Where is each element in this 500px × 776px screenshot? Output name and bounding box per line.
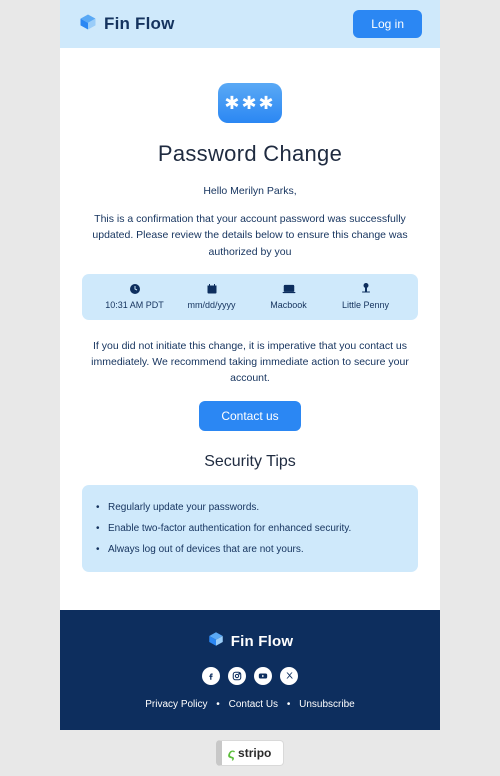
tip-item: Regularly update your passwords.: [94, 497, 402, 518]
clock-icon: [129, 282, 141, 296]
youtube-icon[interactable]: [254, 667, 272, 685]
social-row: [78, 667, 422, 685]
footer-brand: Fin Flow: [207, 630, 293, 653]
brand-name: Fin Flow: [104, 14, 175, 34]
footer: Fin Flow Privacy Policy • Contact Us • U…: [60, 610, 440, 730]
location-value: Little Penny: [342, 300, 389, 310]
tip-item: Enable two-factor authentication for enh…: [94, 518, 402, 539]
page-title: Password Change: [82, 141, 418, 167]
main-content: ✱✱✱ Password Change Hello Merilyn Parks,…: [60, 48, 440, 610]
separator: •: [216, 699, 220, 710]
security-tips-title: Security Tips: [82, 453, 418, 471]
instagram-icon[interactable]: [228, 667, 246, 685]
tip-item: Always log out of devices that are not y…: [94, 539, 402, 560]
privacy-link[interactable]: Privacy Policy: [145, 699, 207, 710]
change-details-bar: 10:31 AM PDT mm/dd/yyyy Macbook Little P…: [82, 274, 418, 320]
warning-text: If you did not initiate this change, it …: [82, 338, 418, 387]
stripo-badge[interactable]: ς stripo: [216, 740, 285, 766]
stripo-mark-icon: ς: [228, 745, 235, 761]
header-bar: Fin Flow Log in: [60, 0, 440, 48]
footer-links: Privacy Policy • Contact Us • Unsubscrib…: [78, 699, 422, 710]
separator: •: [287, 699, 291, 710]
logo-cube-icon: [78, 12, 98, 37]
detail-time: 10:31 AM PDT: [96, 282, 173, 310]
detail-date: mm/dd/yyyy: [173, 282, 250, 310]
time-value: 10:31 AM PDT: [105, 300, 164, 310]
provider-badge-row: ς stripo: [0, 730, 500, 776]
greeting-text: Hello Merilyn Parks,: [82, 185, 418, 197]
security-tips-box: Regularly update your passwords. Enable …: [82, 485, 418, 572]
password-hero-icon: ✱✱✱: [218, 83, 282, 123]
detail-device: Macbook: [250, 282, 327, 310]
stripo-text: stripo: [238, 746, 271, 760]
login-button[interactable]: Log in: [353, 10, 422, 38]
contact-button[interactable]: Contact us: [199, 401, 300, 431]
date-value: mm/dd/yyyy: [187, 300, 235, 310]
facebook-icon[interactable]: [202, 667, 220, 685]
brand: Fin Flow: [78, 12, 175, 37]
footer-brand-name: Fin Flow: [231, 633, 293, 650]
confirmation-text: This is a confirmation that your account…: [82, 211, 418, 260]
twitter-x-icon[interactable]: [280, 667, 298, 685]
calendar-icon: [206, 282, 218, 296]
unsubscribe-link[interactable]: Unsubscribe: [299, 699, 355, 710]
contact-link[interactable]: Contact Us: [229, 699, 278, 710]
asterisks-icon: ✱✱✱: [224, 94, 275, 112]
detail-location: Little Penny: [327, 282, 404, 310]
location-icon: [360, 282, 372, 296]
device-icon: [282, 282, 296, 296]
device-value: Macbook: [270, 300, 307, 310]
logo-cube-icon: [207, 630, 225, 653]
